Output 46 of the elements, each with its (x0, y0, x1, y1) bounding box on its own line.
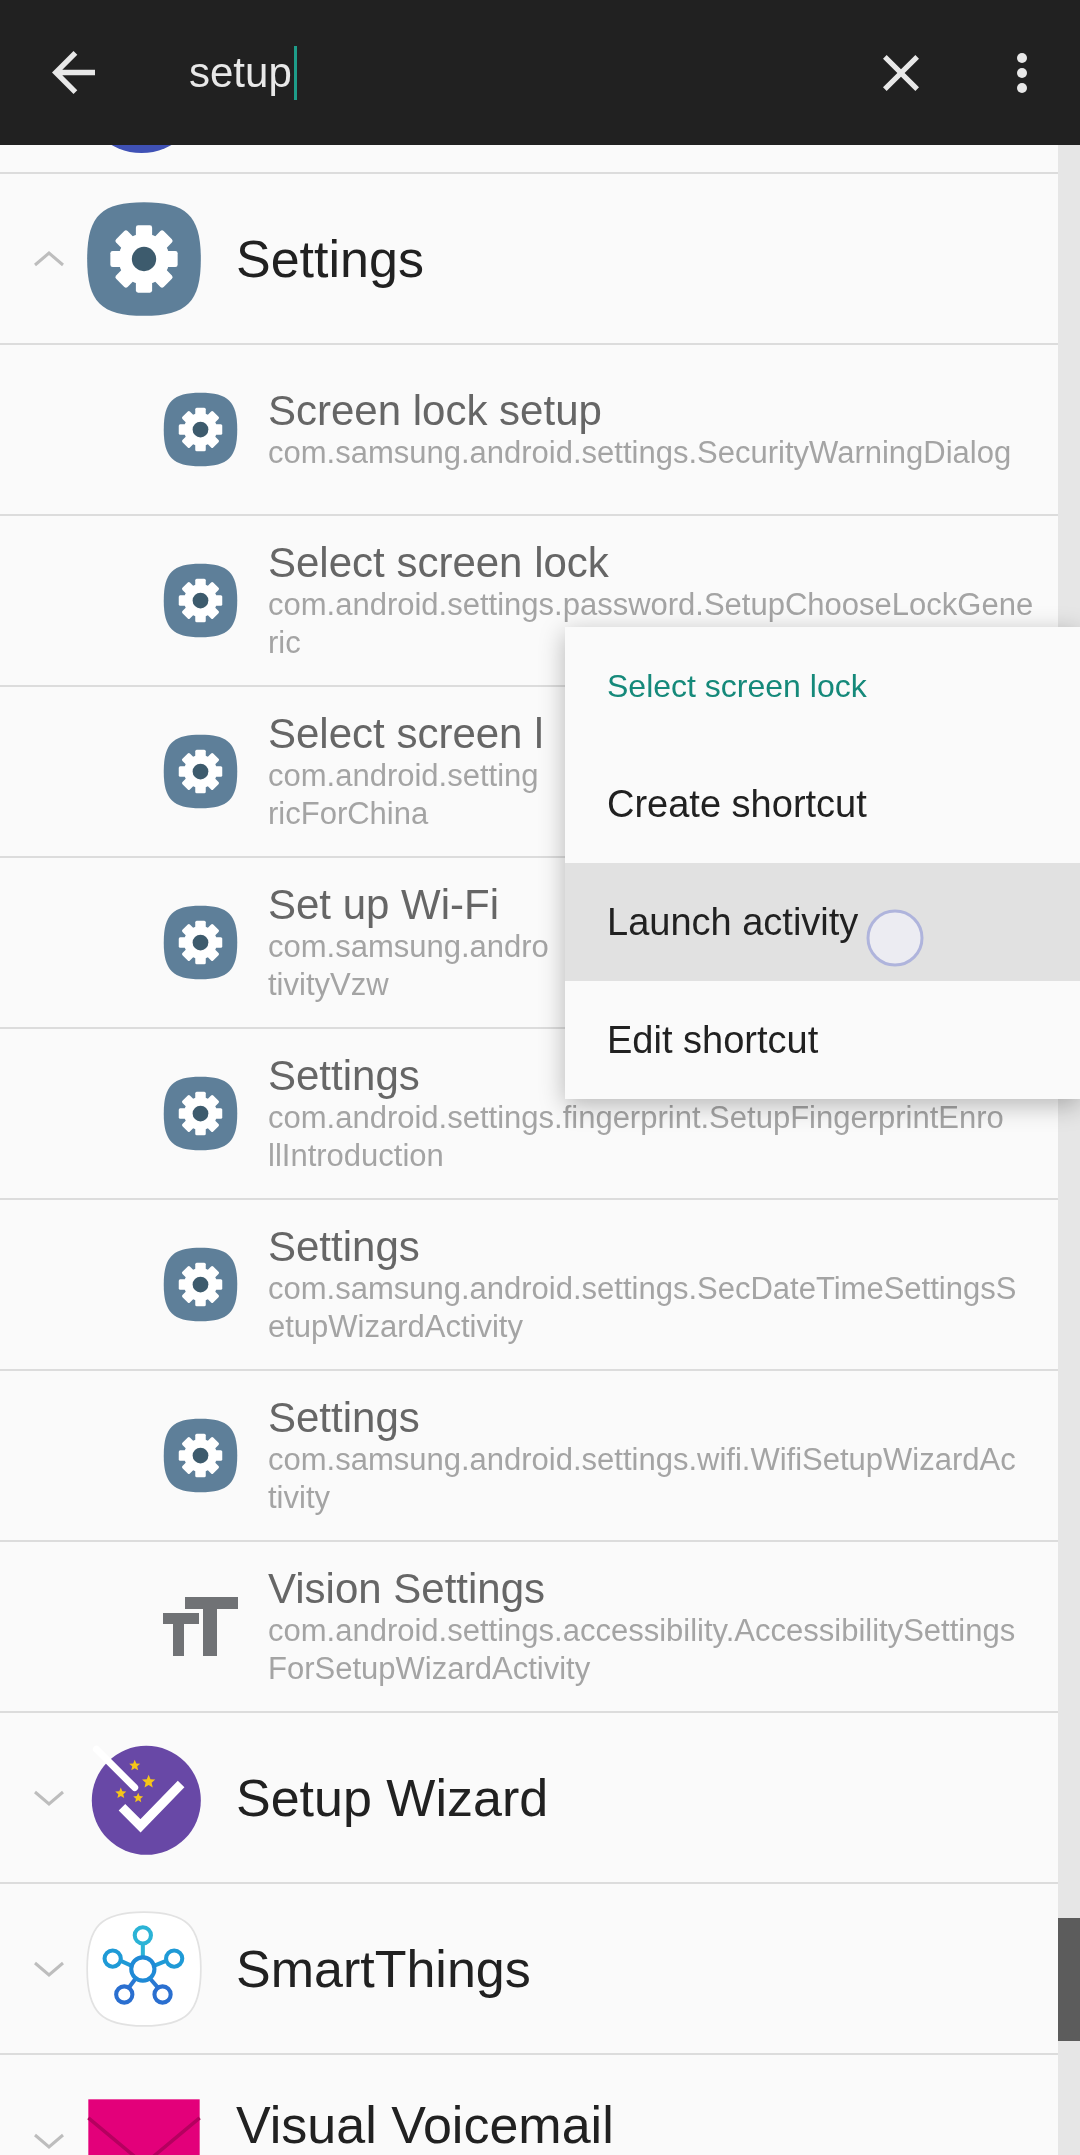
activity-name: Set up Wi-Fi (268, 881, 500, 928)
gear-icon (163, 563, 238, 638)
app-name: Visual Voicemail (236, 2097, 614, 2153)
app-name: Settings (236, 228, 424, 289)
close-icon (883, 54, 919, 91)
touch-point-icon (866, 909, 924, 967)
activity-class-name: com.android.settings.fingerprint.SetupFingerprintEnro llIntroduction (268, 1099, 1004, 1175)
chevron-down-icon[interactable] (33, 1789, 65, 1806)
app-name: SmartThings (236, 1938, 531, 1999)
chevron-up-icon[interactable] (33, 250, 65, 267)
gear-icon (163, 1076, 238, 1151)
chevron-down-icon[interactable] (33, 1960, 65, 1977)
connected-nodes-icon (86, 1910, 202, 2027)
activity-name: Select screen l (268, 710, 544, 757)
text-cursor (293, 45, 297, 100)
envelope-icon (86, 2097, 202, 2155)
menu-title: Select screen lock (606, 666, 868, 706)
activity-name: Vision Settings (268, 1565, 546, 1612)
activity-class-name: com.samsung.android.settings.wifi.WifiSetupWizardAc tivity (268, 1441, 1016, 1517)
menu-item[interactable]: Create shortcut (565, 745, 1080, 863)
scrollbar-thumb[interactable] (1058, 1918, 1080, 2041)
more-icon (1017, 52, 1027, 93)
activity-class-name: com.samsung.android.settings.SecDateTimeSettingsS etupWizardActivity (268, 1270, 1017, 1346)
activity-name: Settings (268, 1223, 420, 1270)
text-size-icon (163, 1597, 238, 1656)
search-field[interactable]: setup (189, 32, 853, 113)
gear-icon (163, 392, 238, 467)
gear-icon (163, 905, 238, 980)
activity-class-name: com.samsung.android.settings.SecurityWarningDialog (268, 434, 1012, 472)
activity-name: Select screen lock (268, 539, 609, 586)
menu-item[interactable]: Launch activity (565, 863, 1080, 981)
gear-icon (163, 1418, 238, 1493)
app-name: Setup Wizard (236, 1767, 549, 1828)
activity-class-name: com.android.settings.accessibility.AccessibilitySettings ForSetupWizardActivity (268, 1612, 1016, 1688)
activity-class-name: com.samsung.andro tivityVzw (268, 928, 549, 1004)
menu-item[interactable]: Edit shortcut (565, 981, 1080, 1099)
activity-name: Settings (268, 1394, 420, 1441)
activity-name: Screen lock setup (268, 387, 602, 434)
gear-icon (86, 200, 202, 317)
activity-class-name: com.android.settings.password.SetupChooseLockGene ric (268, 585, 1034, 662)
gear-icon (163, 734, 238, 809)
chevron-down-icon[interactable] (33, 2133, 65, 2149)
gear-icon (163, 1247, 238, 1322)
back-arrow-icon (51, 51, 95, 94)
activity-class-name: com.android.setting ricForChina (268, 756, 539, 833)
activity-name: Settings (268, 1052, 420, 1099)
